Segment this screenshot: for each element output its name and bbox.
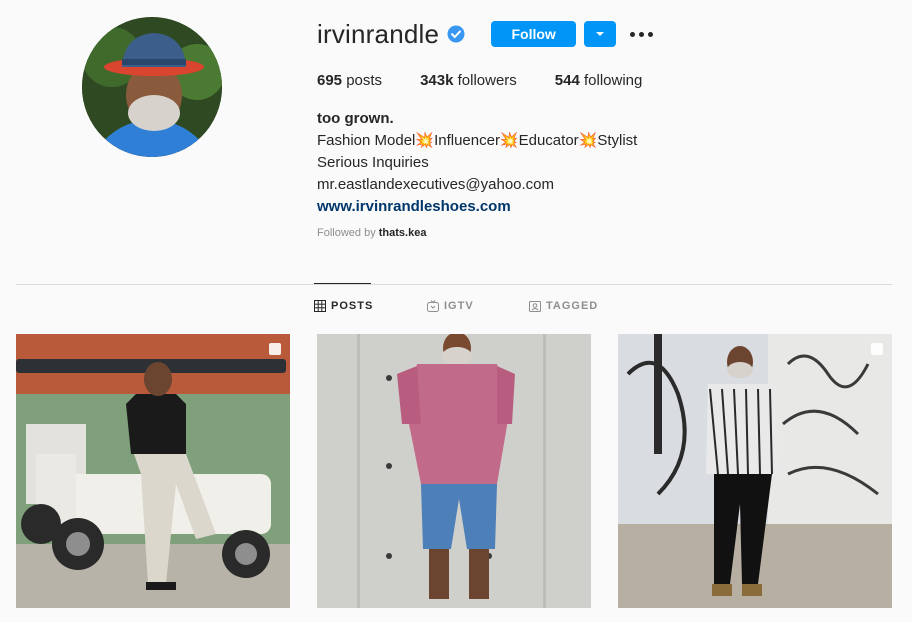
- profile-header: irvinrandle Follow 695 posts 343k follow…: [317, 17, 680, 239]
- profile-avatar[interactable]: [82, 17, 222, 157]
- post-thumbnail[interactable]: [16, 334, 290, 608]
- more-options-icon[interactable]: [630, 21, 654, 47]
- profile-bio: too grown. Fashion Model💥Influencer💥Educ…: [317, 108, 680, 218]
- tab-tagged[interactable]: TAGGED: [529, 300, 598, 312]
- post-image: [618, 334, 892, 608]
- multiple-photos-icon: [269, 343, 281, 355]
- verified-badge-icon: [447, 25, 465, 43]
- suggested-accounts-button[interactable]: [584, 21, 617, 47]
- profile-tabs: POSTS IGTV TAGGED: [0, 300, 912, 318]
- bio-website-link[interactable]: www.irvinrandleshoes.com: [317, 196, 680, 218]
- followed-by[interactable]: Followed by thats.kea: [317, 227, 680, 239]
- profile-stats: 695 posts 343k followers 544 following: [317, 72, 680, 89]
- bio-name: too grown.: [317, 110, 394, 127]
- igtv-icon: [427, 300, 439, 312]
- follow-button[interactable]: Follow: [491, 21, 577, 47]
- tagged-icon: [529, 301, 541, 312]
- username: irvinrandle: [317, 18, 440, 49]
- profile-title-row: irvinrandle Follow: [317, 17, 680, 51]
- grid-icon: [314, 300, 326, 312]
- tab-posts[interactable]: POSTS: [314, 300, 373, 312]
- multiple-photos-icon: [871, 343, 883, 355]
- bio-email: mr.eastlandexecutives@yahoo.com: [317, 176, 555, 193]
- active-tab-indicator: [314, 283, 371, 284]
- tabs-divider: [16, 284, 892, 285]
- bio-line: Serious Inquiries: [317, 154, 429, 171]
- following-link[interactable]: 544 following: [555, 72, 643, 89]
- chevron-down-icon: [596, 32, 605, 36]
- post-thumbnail[interactable]: [317, 334, 591, 608]
- post-thumbnail[interactable]: [618, 334, 892, 608]
- avatar-image: [82, 17, 222, 157]
- post-image: [16, 334, 290, 608]
- post-image: [317, 334, 591, 608]
- posts-count: 695 posts: [317, 72, 383, 89]
- followers-link[interactable]: 343k followers: [420, 72, 517, 89]
- bio-line: Fashion Model💥Influencer💥Educator💥Stylis…: [317, 132, 638, 149]
- tab-igtv[interactable]: IGTV: [427, 300, 474, 312]
